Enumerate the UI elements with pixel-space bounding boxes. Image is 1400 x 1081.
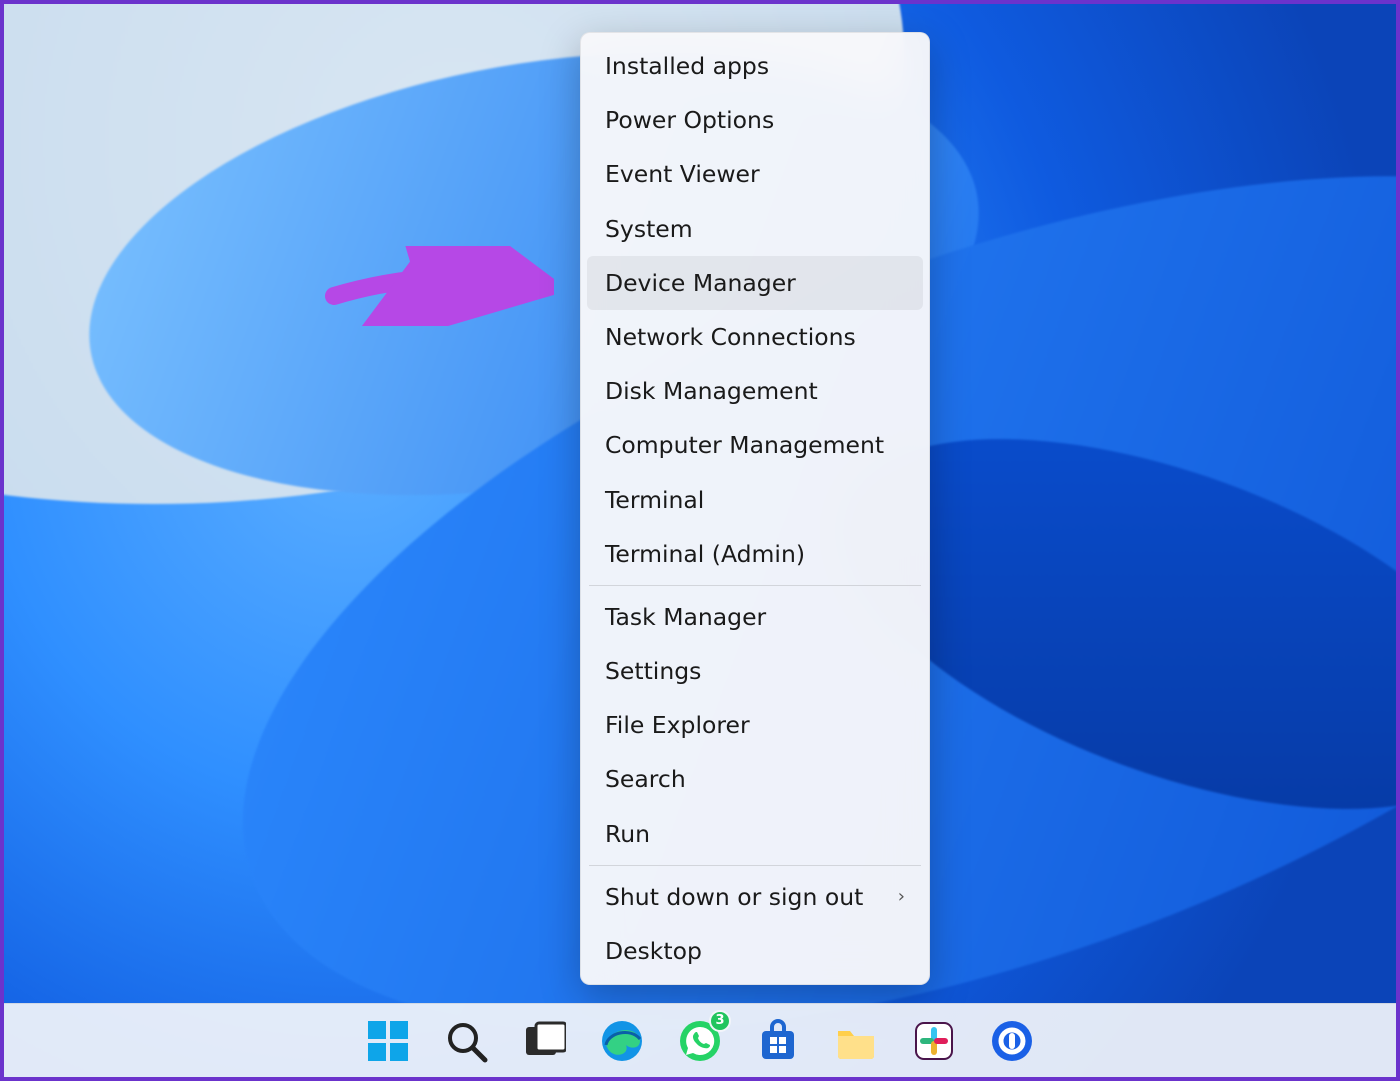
menu-item-label: Desktop (605, 937, 702, 965)
menu-item-label: System (605, 215, 693, 243)
menu-item-file-explorer[interactable]: File Explorer (587, 698, 923, 752)
menu-item-system[interactable]: System (587, 202, 923, 256)
menu-item-network-connections[interactable]: Network Connections (587, 310, 923, 364)
chevron-right-icon: › (898, 886, 905, 908)
folder-icon (834, 1019, 878, 1063)
menu-item-computer-management[interactable]: Computer Management (587, 418, 923, 472)
menu-item-shut-down-or-sign-out[interactable]: Shut down or sign out › (587, 870, 923, 924)
menu-item-label: Disk Management (605, 377, 818, 405)
menu-item-device-manager[interactable]: Device Manager (587, 256, 923, 310)
menu-item-label: Terminal (605, 486, 704, 514)
windows-icon (366, 1019, 410, 1063)
menu-item-disk-management[interactable]: Disk Management (587, 364, 923, 418)
menu-item-label: Event Viewer (605, 160, 760, 188)
menu-item-task-manager[interactable]: Task Manager (587, 590, 923, 644)
notification-badge: 3 (709, 1010, 731, 1032)
menu-separator (589, 585, 921, 586)
menu-item-label: Device Manager (605, 269, 796, 297)
file-explorer-button[interactable] (829, 1014, 883, 1068)
menu-item-settings[interactable]: Settings (587, 644, 923, 698)
onepw-icon (990, 1019, 1034, 1063)
menu-item-terminal-admin[interactable]: Terminal (Admin) (587, 527, 923, 581)
menu-item-label: Power Options (605, 106, 774, 134)
menu-item-label: Run (605, 820, 650, 848)
menu-item-terminal[interactable]: Terminal (587, 473, 923, 527)
search-button[interactable] (439, 1014, 493, 1068)
menu-separator (589, 865, 921, 866)
menu-item-label: Network Connections (605, 323, 856, 351)
menu-item-label: Installed apps (605, 52, 769, 80)
menu-item-label: Task Manager (605, 603, 766, 631)
store-icon (756, 1019, 800, 1063)
taskbar: 3 (4, 1003, 1396, 1077)
whatsapp-button[interactable]: 3 (673, 1014, 727, 1068)
microsoft-store-button[interactable] (751, 1014, 805, 1068)
winx-context-menu: Installed apps Power Options Event Viewer S… (580, 32, 930, 985)
menu-item-label: Shut down or sign out (605, 883, 863, 911)
menu-item-label: Terminal (Admin) (605, 540, 805, 568)
menu-item-run[interactable]: Run (587, 807, 923, 861)
slack-button[interactable] (907, 1014, 961, 1068)
menu-item-label: Search (605, 765, 686, 793)
menu-item-power-options[interactable]: Power Options (587, 93, 923, 147)
slack-icon (912, 1019, 956, 1063)
menu-item-search[interactable]: Search (587, 752, 923, 806)
menu-item-installed-apps[interactable]: Installed apps (587, 39, 923, 93)
menu-item-label: Computer Management (605, 431, 884, 459)
start-button[interactable] (361, 1014, 415, 1068)
menu-item-label: File Explorer (605, 711, 750, 739)
menu-item-event-viewer[interactable]: Event Viewer (587, 147, 923, 201)
1password-button[interactable] (985, 1014, 1039, 1068)
menu-item-desktop[interactable]: Desktop (587, 924, 923, 978)
edge-button[interactable] (595, 1014, 649, 1068)
search-icon (444, 1019, 488, 1063)
taskview-icon (522, 1019, 566, 1063)
task-view-button[interactable] (517, 1014, 571, 1068)
menu-item-label: Settings (605, 657, 701, 685)
edge-icon (600, 1019, 644, 1063)
